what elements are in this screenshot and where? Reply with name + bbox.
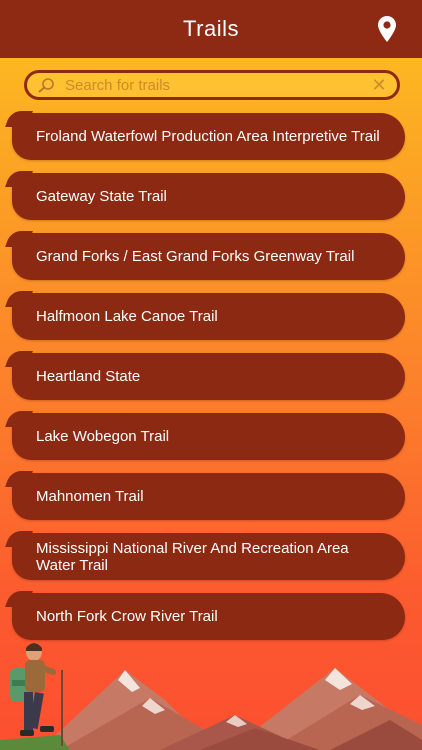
trail-name: Mahnomen Trail: [36, 488, 144, 505]
trail-name: Froland Waterfowl Production Area Interp…: [36, 128, 380, 145]
trail-name: Gateway State Trail: [36, 188, 167, 205]
search-input[interactable]: [61, 75, 369, 95]
mountain-hiker-illustration: [0, 643, 422, 750]
trail-list-item[interactable]: Mahnomen Trail: [12, 473, 405, 520]
trail-name: Mississippi National River And Recreatio…: [36, 539, 349, 574]
trail-list-item[interactable]: Heartland State: [12, 353, 405, 400]
trail-list-item[interactable]: North Fork Crow River Trail: [12, 593, 405, 640]
trail-name: Grand Forks / East Grand Forks Greenway …: [36, 248, 355, 265]
trail-name: North Fork Crow River Trail: [36, 608, 218, 625]
trail-list-item[interactable]: Froland Waterfowl Production Area Interp…: [12, 113, 405, 160]
hiker-icon: [10, 643, 63, 746]
trail-list-item[interactable]: Lake Wobegon Trail: [12, 413, 405, 460]
trail-list-item[interactable]: Grand Forks / East Grand Forks Greenway …: [12, 233, 405, 280]
page-title: Trails: [183, 16, 239, 41]
search-icon: [35, 75, 61, 95]
trail-list: Froland Waterfowl Production Area Interp…: [12, 113, 405, 653]
trail-name: Heartland State: [36, 368, 141, 385]
clear-search-icon[interactable]: ✕: [369, 75, 389, 95]
trail-name: Lake Wobegon Trail: [36, 428, 170, 445]
trail-list-item[interactable]: Mississippi National River And Recreatio…: [12, 533, 405, 580]
location-pin-icon: [378, 16, 396, 42]
location-button[interactable]: [374, 14, 400, 44]
trail-name: Halfmoon Lake Canoe Trail: [36, 308, 218, 325]
trail-list-item[interactable]: Gateway State Trail: [12, 173, 405, 220]
trail-list-item[interactable]: Halfmoon Lake Canoe Trail: [12, 293, 405, 340]
top-bar: Trails: [0, 0, 422, 58]
search-bar: ✕: [24, 70, 400, 100]
